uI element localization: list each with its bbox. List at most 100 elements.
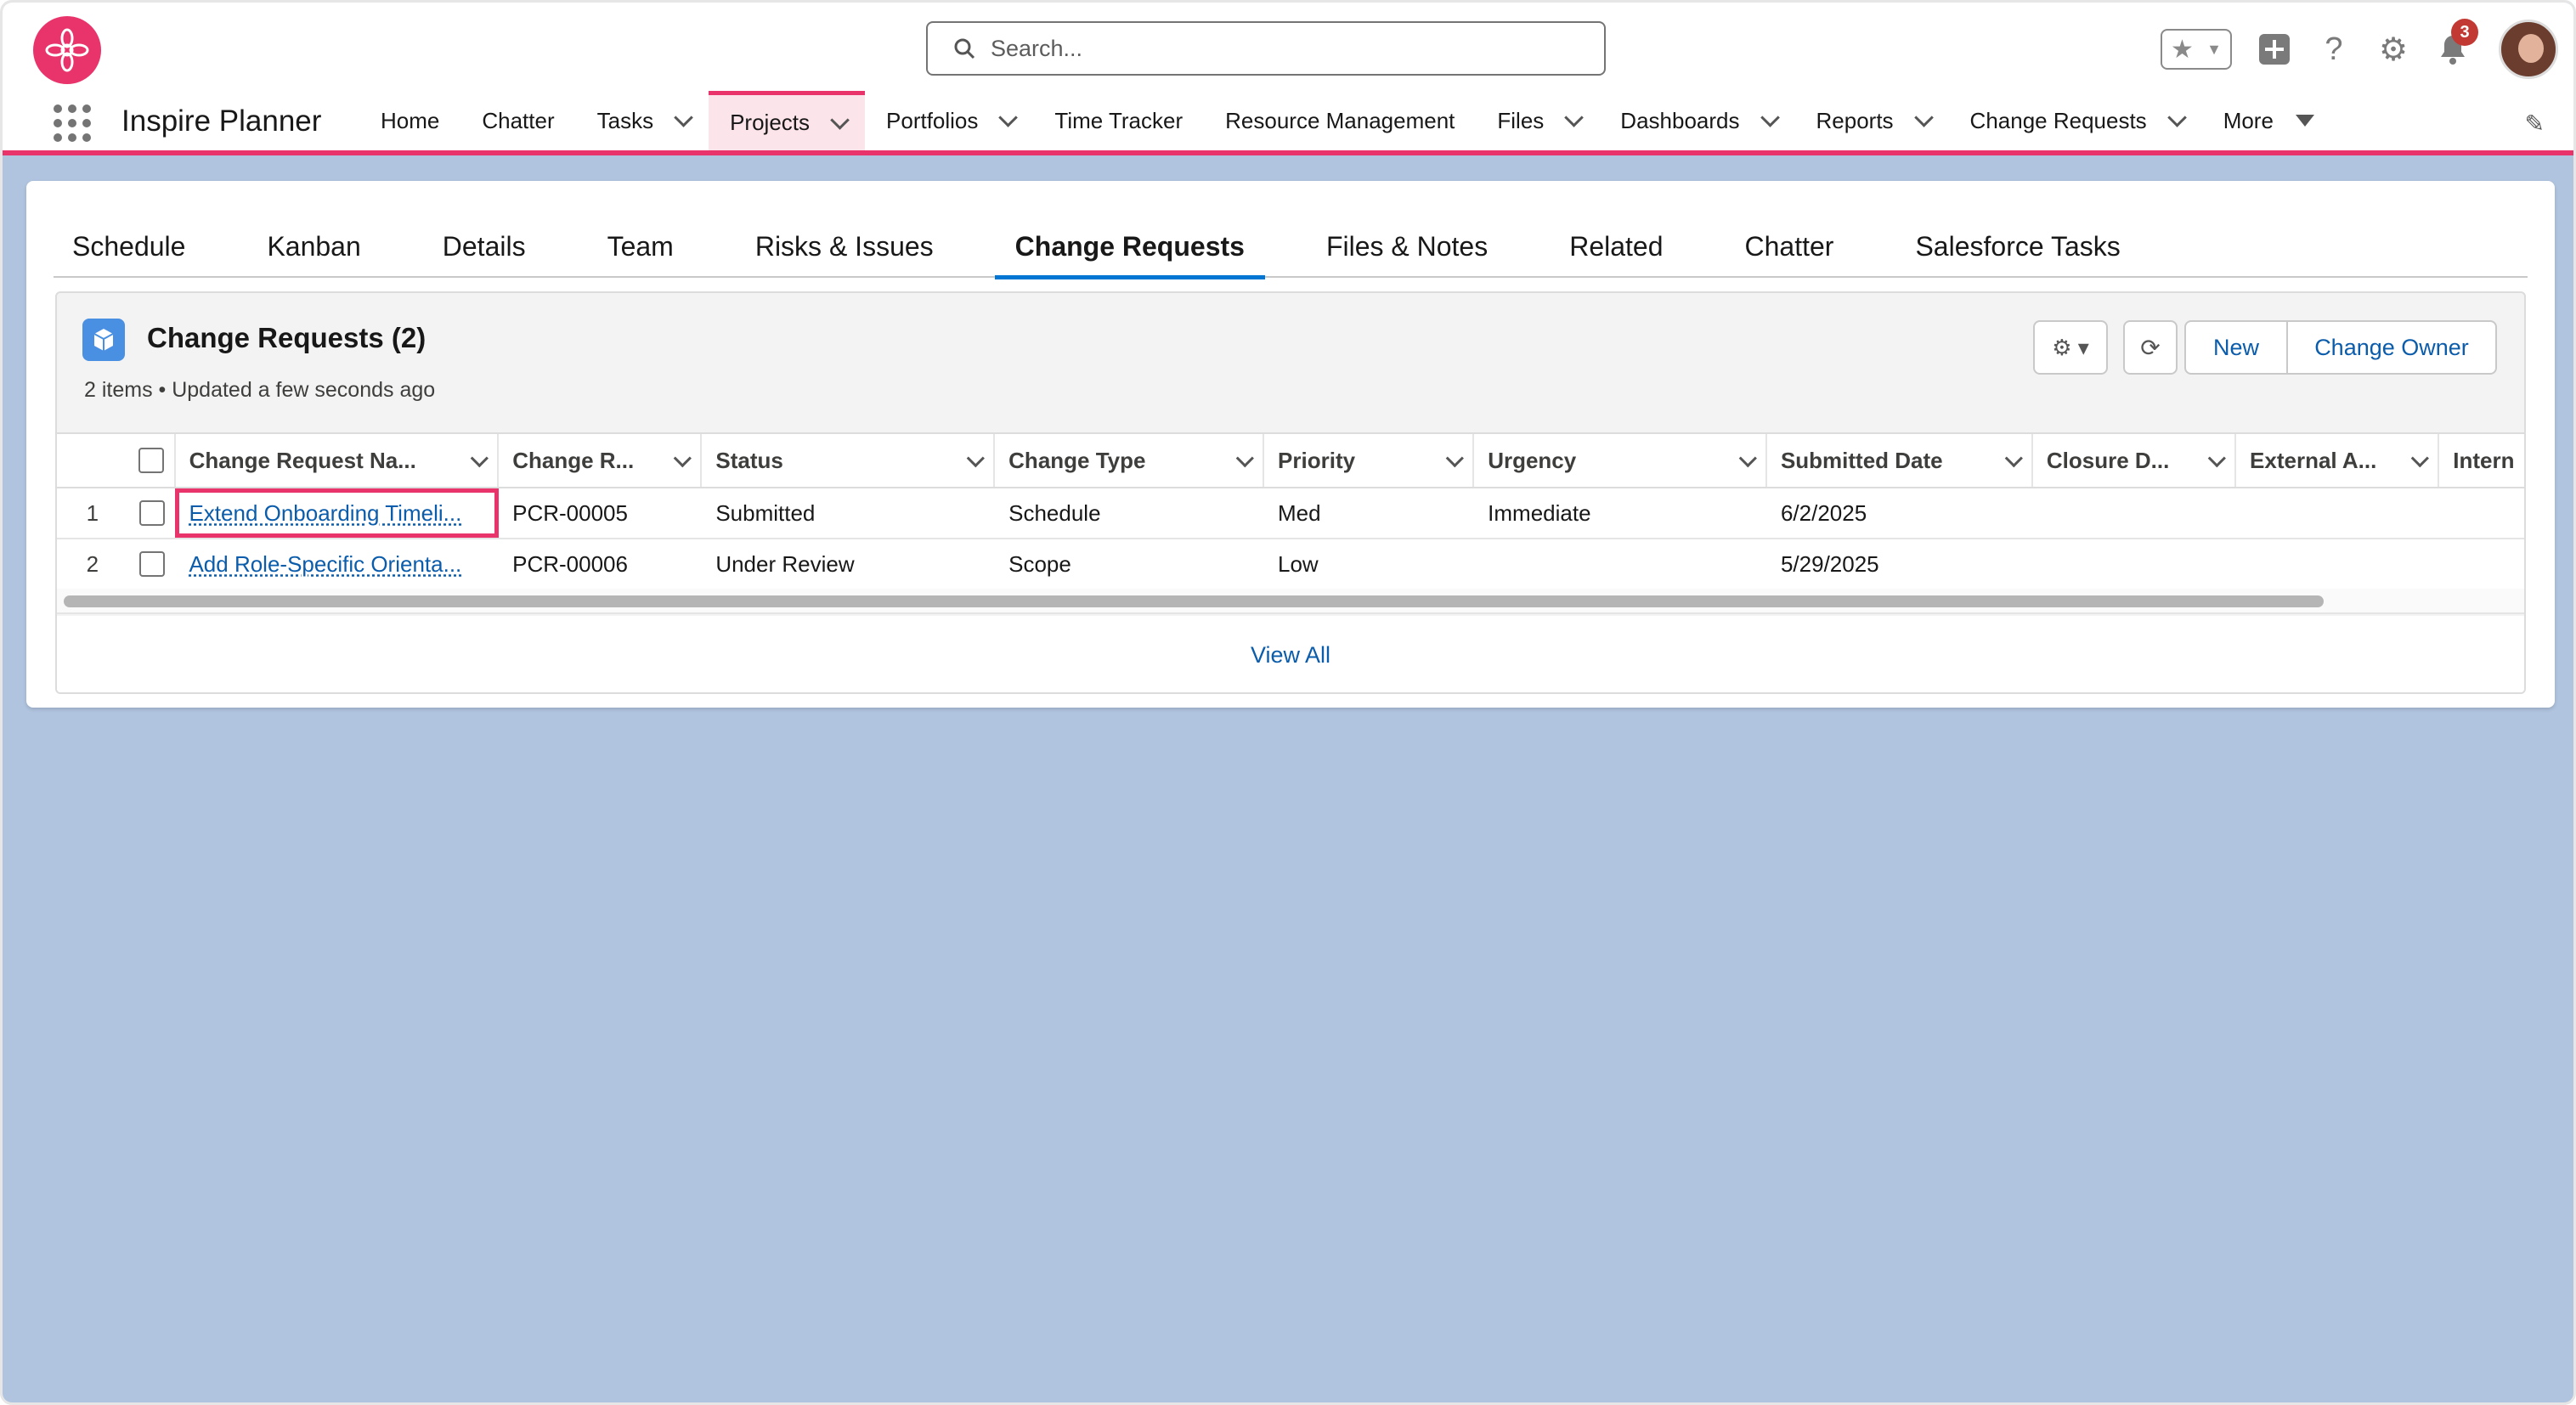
tab-schedule[interactable]: Schedule [54,215,226,278]
nav-item-label: Reports [1816,107,1894,133]
tab-team[interactable]: Team [567,215,715,278]
global-header: Search... ★ ▼ ? ⚙ 3 [3,3,2573,91]
chevron-down-icon[interactable] [674,108,693,127]
change-request-name-link[interactable]: Add Role-Specific Orienta... [189,551,461,578]
column-header-name[interactable]: Change Request Na... [176,434,500,487]
nav-item-label: Time Tracker [1054,107,1183,133]
nav-item-more[interactable]: More [2202,91,2336,150]
avatar[interactable] [2499,20,2558,79]
column-label: Urgency [1488,447,1577,473]
change-request-name-link[interactable]: Extend Onboarding Timeli... [189,500,461,527]
nav-item-time-tracker[interactable]: Time Tracker [1033,91,1204,150]
nav-item-portfolios[interactable]: Portfolios [865,91,1033,150]
chevron-down-icon[interactable] [674,449,692,467]
change-owner-button[interactable]: Change Owner [2288,320,2497,375]
column-label: Status [715,447,783,473]
nav-item-files[interactable]: Files [1476,91,1599,150]
status-cell: Submitted [715,499,816,526]
change-requests-table: Change Request Na... Change R... Status … [57,432,2524,590]
tab-salesforce-tasks[interactable]: Salesforce Tasks [1874,215,2161,278]
nav-item-tasks[interactable]: Tasks [576,91,709,150]
nav-item-home[interactable]: Home [359,91,460,150]
chevron-down-icon[interactable] [1760,108,1780,127]
tab-related[interactable]: Related [1528,215,1703,278]
closure-date-cell [2033,539,2236,589]
chevron-down-icon[interactable] [2166,108,2187,127]
row-select-cell [128,488,176,538]
tab-files-notes[interactable]: Files & Notes [1285,215,1528,278]
column-header-status[interactable]: Status [702,434,996,487]
chevron-down-icon[interactable] [470,449,489,467]
urgency-cell [1474,539,1767,589]
column-header-external[interactable]: External A... [2236,434,2440,487]
row-checkbox[interactable] [138,500,165,526]
select-all-checkbox[interactable] [138,448,164,473]
nav-item-label: Change Requests [1969,107,2147,133]
edit-nav-pencil-icon[interactable]: ✎ [2525,110,2545,138]
submitted-date-cell: 6/2/2025 [1780,499,1867,526]
chevron-down-icon[interactable] [1738,449,1757,467]
nav-item-change-requests[interactable]: Change Requests [1949,91,2202,150]
app-logo-icon[interactable] [33,16,101,84]
column-label: Change Type [1008,447,1146,473]
table-header-row: Change Request Na... Change R... Status … [57,432,2524,488]
add-icon[interactable] [2257,32,2291,66]
column-label: Submitted Date [1780,447,1943,473]
notification-count-badge: 3 [2451,19,2478,46]
favorites-button[interactable]: ★ ▼ [2161,29,2232,70]
view-all-footer: View All [57,616,2524,692]
chevron-down-icon[interactable] [2207,449,2226,467]
related-list-header: Change Requests (2) 2 items • Updated a … [57,293,2524,432]
chevron-down-icon[interactable] [1445,449,1465,467]
notifications-bell-icon[interactable]: 3 [2436,19,2478,66]
refresh-button[interactable]: ⟳ [2123,320,2178,375]
column-header-closure-date[interactable]: Closure D... [2033,434,2237,487]
chevron-down-icon[interactable] [1564,108,1585,127]
column-header-urgency[interactable]: Urgency [1474,434,1767,487]
column-header-priority[interactable]: Priority [1264,434,1475,487]
chevron-down-icon[interactable] [830,110,850,130]
column-header-internal[interactable]: Intern [2439,434,2524,487]
column-header-change-type[interactable]: Change Type [995,434,1265,487]
row-checkbox[interactable] [138,551,165,577]
nav-item-reports[interactable]: Reports [1795,91,1949,150]
app-launcher-icon[interactable] [54,104,91,142]
global-search-input[interactable]: Search... [926,21,1606,76]
column-label: Change Request Na... [189,447,416,473]
nav-item-projects[interactable]: Projects [709,91,866,150]
chevron-down-icon[interactable] [1235,449,1254,467]
list-settings-button[interactable]: ⚙ ▾ [2033,320,2108,375]
nav-item-chatter[interactable]: Chatter [460,91,575,150]
new-button[interactable]: New [2184,320,2288,375]
help-icon[interactable]: ? [2317,31,2351,67]
row-number: 2 [86,550,99,577]
horizontal-scrollbar[interactable] [64,595,2324,607]
tab-details[interactable]: Details [402,215,567,278]
external-cell [2236,488,2439,538]
nav-item-label: More [2223,107,2274,133]
nav-item-resource-management[interactable]: Resource Management [1204,91,1476,150]
chevron-down-icon[interactable] [966,449,986,467]
chevron-down-icon[interactable] [2004,449,2023,467]
search-placeholder: Search... [991,35,1083,61]
row-number: 1 [86,499,99,526]
column-header-submitted-date[interactable]: Submitted Date [1767,434,2033,487]
closure-date-cell [2033,488,2236,538]
tab-risks-issues[interactable]: Risks & Issues [715,215,974,278]
tab-kanban[interactable]: Kanban [226,215,401,278]
change-request-number-cell: PCR-00006 [512,550,628,577]
chevron-down-icon[interactable] [2410,449,2430,467]
setup-gear-icon[interactable]: ⚙ [2376,32,2410,68]
table-row: 2 Add Role-Specific Orienta... PCR-00006… [57,539,2524,590]
tab-chatter[interactable]: Chatter [1704,215,1875,278]
related-list-title[interactable]: Change Requests (2) [147,322,426,354]
column-header-number[interactable]: Change R... [499,434,703,487]
chevron-down-icon[interactable] [998,108,1019,127]
change-request-cube-icon [82,319,125,361]
nav-item-dashboards[interactable]: Dashboards [1599,91,1794,150]
nav-item-label: Chatter [482,107,555,133]
tab-change-requests[interactable]: Change Requests [974,215,1285,279]
view-all-link[interactable]: View All [1251,642,1330,669]
change-request-number-cell: PCR-00005 [512,499,628,526]
chevron-down-icon[interactable] [1913,108,1934,127]
